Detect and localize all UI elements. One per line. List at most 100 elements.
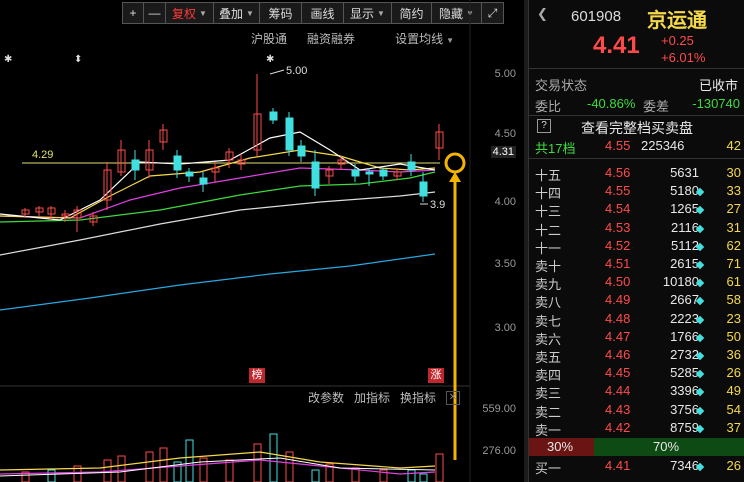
ask-row[interactable]: 十一 4.52 5112 62 (529, 238, 744, 256)
ask-order-count: 54 (726, 401, 741, 417)
ask-volume: 8759 (670, 419, 699, 435)
ask-level-label: 卖一 (535, 422, 562, 438)
switch-indicator-button[interactable]: 换指标 (400, 389, 436, 406)
volume-axis-label: 559.00 (482, 403, 516, 415)
candle-down (419, 181, 428, 197)
volume-bar (117, 455, 126, 482)
total-levels-row: 共17档 4.55 225346 42 (529, 138, 744, 156)
ask-row[interactable]: 卖八 4.49 2667 58 (529, 292, 744, 310)
ask-order-count: 49 (726, 383, 741, 399)
ask-price: 4.49 (605, 292, 631, 308)
ask-volume: 2223 (670, 310, 699, 326)
ask-price: 4.45 (605, 365, 631, 381)
ask-price: 4.52 (605, 237, 631, 253)
ask-row[interactable]: 卖九 4.50 10180 61 (529, 274, 744, 292)
add-indicator-button[interactable]: 加指标 (354, 389, 390, 406)
volume-tools: 改参数 加指标 换指标 (308, 389, 446, 406)
kline-plot[interactable]: 4.29 ✱ ✱ ⬍ 5.00 3.9 (0, 0, 524, 482)
change-params-button[interactable]: 改参数 (308, 389, 344, 406)
ask-level-label: 卖六 (535, 331, 562, 347)
ask-row[interactable]: 卖七 4.48 2223 23 (529, 311, 744, 329)
close-icon[interactable]: ✕ (446, 391, 460, 405)
ask-price: 4.46 (605, 347, 631, 362)
price-axis-label: 5.00 (494, 68, 516, 80)
price-axis-label: 3.00 (494, 322, 516, 334)
reference-price-label: 4.29 (32, 149, 53, 161)
volume-bar (47, 469, 56, 482)
volume-bar (311, 469, 320, 482)
volume-bar (185, 439, 194, 482)
bid-row[interactable]: 买一 4.41 7346 26 (529, 458, 744, 476)
ask-price: 4.55 (605, 183, 631, 199)
buy-ratio-label: 70% (653, 439, 680, 454)
total-price: 4.55 (605, 138, 631, 153)
volume-bar (145, 451, 154, 482)
ratio-label: 委比 (535, 99, 562, 114)
ratio-diff-value: -130740 (692, 96, 740, 111)
bid-price: 4.41 (605, 458, 631, 473)
candle-down (131, 159, 140, 171)
ask-order-count: 27 (726, 201, 741, 217)
ask-row[interactable]: 卖五 4.46 2732 36 (529, 347, 744, 365)
collapse-arrow-icon[interactable]: ❮ (537, 6, 548, 22)
ask-row[interactable]: 卖三 4.44 3396 49 (529, 383, 744, 401)
ask-level-label: 十三 (535, 204, 562, 220)
last-price: 4.41 (593, 32, 640, 59)
ask-row[interactable]: 十二 4.53 2116 31 (529, 220, 744, 238)
ask-price: 4.56 (605, 165, 631, 180)
help-icon[interactable]: ? (537, 119, 551, 133)
ratio-value: -40.86% (587, 96, 636, 111)
kline-chart-area[interactable]: + — 复权▼ 叠加▼ 筹码 画线 显示▼ 简约 隐藏▼ ⤢ 沪股通 融资融券 … (0, 0, 524, 482)
ask-order-count: 26 (726, 365, 741, 381)
volume-ma-line (0, 457, 436, 477)
ask-level-label: 十一 (535, 240, 562, 256)
volume-bar (419, 473, 428, 482)
ask-row[interactable]: 十五 4.56 5631 30 (529, 165, 744, 183)
ask-row[interactable]: 卖六 4.47 1766 50 (529, 329, 744, 347)
volume-bar (407, 469, 416, 482)
ask-row[interactable]: 十四 4.55 5180 33 (529, 183, 744, 201)
ask-volume: 1265 (670, 201, 699, 217)
moving-average-line (0, 131, 436, 221)
limit-up-badge[interactable]: 涨 (428, 368, 444, 383)
ask-volume: 3756 (670, 401, 699, 417)
candle-down (185, 171, 194, 177)
candle-down (311, 161, 320, 189)
ask-order-count: 61 (726, 274, 741, 290)
list-badge[interactable]: 榜 (249, 368, 265, 383)
ask-volume: 5631 (670, 165, 699, 180)
price-axis-label: 4.00 (494, 196, 516, 208)
volume-bar (225, 459, 234, 482)
candle-down (269, 111, 278, 121)
total-volume: 225346 (641, 138, 685, 153)
candle-down (173, 155, 182, 171)
ask-level-label: 卖五 (535, 350, 562, 365)
ask-volume: 2667 (670, 292, 699, 308)
bid-level-label: 买一 (535, 461, 562, 476)
full-book-link[interactable]: 查看完整档买卖盘 (581, 118, 693, 138)
star-marker: ✱ (4, 54, 12, 65)
price-axis-label: 3.50 (494, 258, 516, 270)
ask-price: 4.51 (605, 256, 631, 271)
ask-level-label: 卖七 (535, 313, 562, 329)
ask-order-count: 36 (726, 347, 741, 362)
moving-average-line (0, 149, 436, 219)
price-change-pct: +6.01% (661, 50, 706, 65)
ask-row[interactable]: 十三 4.54 1265 27 (529, 201, 744, 219)
ask-price: 4.48 (605, 310, 631, 326)
trading-status-label: 交易状态 (535, 78, 588, 93)
ask-row[interactable]: 卖二 4.43 3756 54 (529, 402, 744, 420)
ask-row[interactable]: 卖十 4.51 2615 71 (529, 256, 744, 274)
total-levels-label: 共17档 (535, 141, 576, 156)
high-price-label: 5.00 (286, 65, 307, 77)
candle-down (379, 169, 388, 177)
buy-sell-ratio-bar: 30% 70% (529, 438, 744, 456)
bid-order-count: 26 (726, 458, 741, 473)
high-price-pointer (269, 69, 285, 75)
quote-panel: ❮ 601908 京运通 4.41 +0.25 +6.01% 交易状态 已收市 … (528, 0, 744, 482)
ask-order-count: 50 (726, 328, 741, 344)
ask-row[interactable]: 卖四 4.45 5285 26 (529, 365, 744, 383)
candle-down (297, 145, 306, 157)
ask-volume: 5285 (670, 365, 699, 381)
ask-row[interactable]: 卖一 4.42 8759 37 (529, 420, 744, 438)
